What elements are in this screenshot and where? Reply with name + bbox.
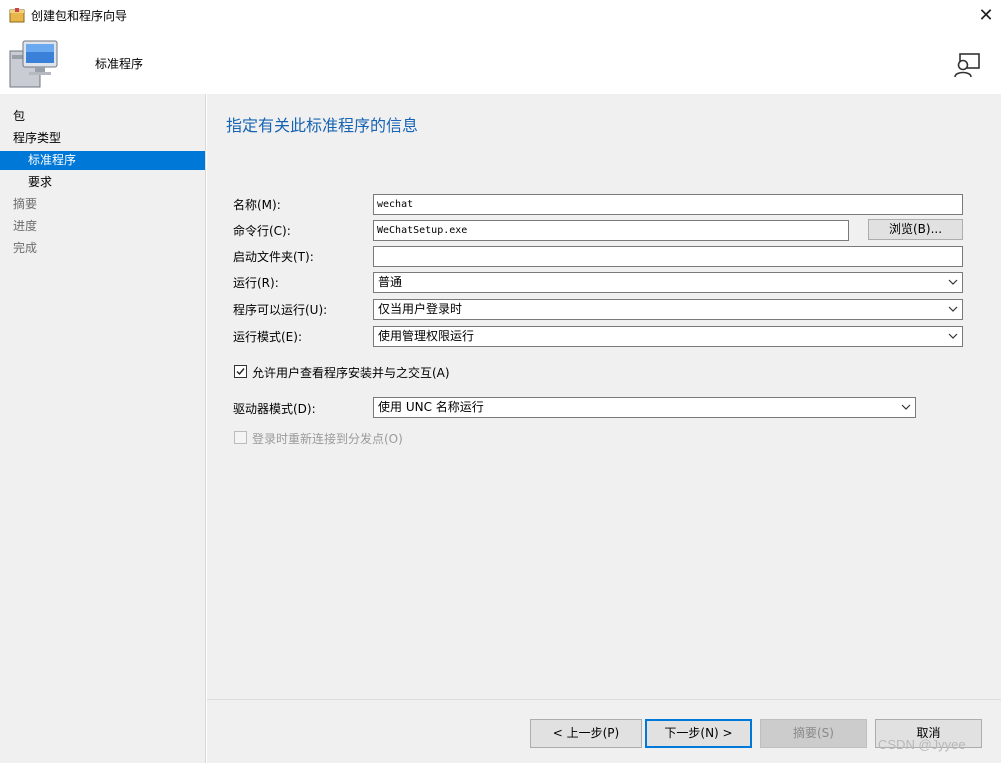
wizard-header: 标准程序 — [0, 30, 1001, 94]
browse-button[interactable]: 浏览(B)... — [868, 219, 963, 240]
sidebar-item-label: 摘要 — [13, 197, 38, 211]
chevron-down-icon — [948, 279, 958, 285]
sidebar-item-label: 完成 — [13, 241, 38, 255]
computer-icon — [9, 40, 58, 88]
drivemode-label: 驱动器模式(D): — [233, 402, 316, 416]
reconnect-checkbox — [234, 431, 247, 444]
close-icon: ✕ — [978, 4, 994, 26]
canrun-select[interactable]: 仅当用户登录时 — [373, 299, 963, 320]
close-button[interactable]: ✕ — [971, 0, 1001, 30]
sidebar-item-package: 包 — [0, 107, 205, 126]
package-wizard-icon — [9, 8, 25, 23]
sidebar-item-label: 标准程序 — [28, 153, 77, 167]
window-title: 创建包和程序向导 — [31, 9, 128, 23]
sidebar-item-label: 进度 — [13, 219, 38, 233]
sidebar-item-complete: 完成 — [0, 239, 205, 258]
startdir-label: 启动文件夹(T): — [233, 250, 314, 264]
page-heading: 指定有关此标准程序的信息 — [226, 116, 419, 135]
chevron-down-icon — [948, 306, 958, 312]
runmode-select[interactable]: 使用管理权限运行 — [373, 326, 963, 347]
canrun-select-value: 仅当用户登录时 — [378, 302, 463, 316]
wizard-content: 指定有关此标准程序的信息 名称(M): wechat 命令行(C): WeCha… — [207, 94, 1001, 699]
help-user-icon[interactable] — [953, 52, 981, 78]
wizard-sidebar: 包 程序类型 标准程序 要求 摘要 进度 完成 — [0, 94, 206, 763]
watermark: CSDN @Jyyee — [878, 737, 966, 752]
run-select-value: 普通 — [378, 275, 403, 289]
runmode-label: 运行模式(E): — [233, 330, 302, 344]
sidebar-item-program-type: 程序类型 — [0, 129, 205, 148]
sidebar-item-standard-program: 标准程序 — [0, 151, 205, 170]
page-name: 标准程序 — [95, 57, 144, 71]
cmdline-label: 命令行(C): — [233, 224, 291, 238]
canrun-label: 程序可以运行(U): — [233, 303, 328, 317]
sidebar-item-progress: 进度 — [0, 217, 205, 236]
back-button[interactable]: < 上一步(P) — [530, 719, 642, 748]
cmdline-field[interactable]: WeChatSetup.exe — [373, 220, 849, 241]
name-label: 名称(M): — [233, 198, 281, 212]
chevron-down-icon — [948, 333, 958, 339]
allow-interact-checkbox[interactable] — [234, 365, 247, 378]
run-select[interactable]: 普通 — [373, 272, 963, 293]
sidebar-item-label: 要求 — [28, 175, 53, 189]
title-bar: 创建包和程序向导 ✕ — [0, 0, 1001, 30]
sidebar-item-requirements: 要求 — [0, 173, 205, 192]
wizard-footer: < 上一步(P) 下一步(N) > 摘要(S) 取消 — [207, 699, 1001, 763]
sidebar-item-label: 程序类型 — [13, 131, 62, 145]
drivemode-select-value: 使用 UNC 名称运行 — [378, 400, 484, 414]
run-label: 运行(R): — [233, 276, 279, 290]
drivemode-select[interactable]: 使用 UNC 名称运行 — [373, 397, 916, 418]
chevron-down-icon — [901, 404, 911, 410]
allow-interact-label: 允许用户查看程序安装并与之交互(A) — [252, 366, 450, 380]
sidebar-item-label: 包 — [13, 109, 26, 123]
name-field[interactable]: wechat — [373, 194, 963, 215]
sidebar-item-summary: 摘要 — [0, 195, 205, 214]
runmode-select-value: 使用管理权限运行 — [378, 329, 475, 343]
reconnect-label: 登录时重新连接到分发点(O) — [252, 432, 403, 446]
startdir-field[interactable] — [373, 246, 963, 267]
summary-button: 摘要(S) — [760, 719, 867, 748]
checkmark-icon — [236, 368, 245, 376]
next-button[interactable]: 下一步(N) > — [645, 719, 752, 748]
